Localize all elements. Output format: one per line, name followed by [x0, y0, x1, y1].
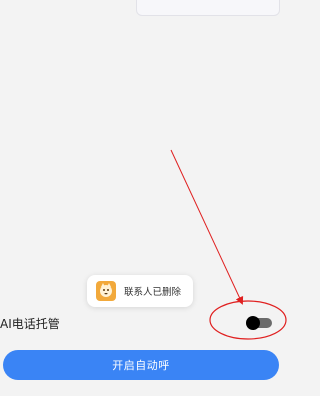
toast-message: 联系人已删除 — [124, 287, 182, 298]
toast: 联系人已删除 — [87, 275, 193, 307]
cartoon-cat-app-icon — [96, 281, 116, 301]
start-auto-call-label: 开启自动呼 — [112, 359, 170, 372]
ai-call-hosting-label: AI电话托管 — [0, 317, 60, 331]
toggle-knob — [246, 316, 260, 330]
top-card — [136, 0, 280, 16]
ai-call-hosting-toggle[interactable] — [246, 316, 273, 330]
annotation-overlay — [170, 149, 287, 340]
start-auto-call-button[interactable]: 开启自动呼 — [3, 350, 279, 380]
